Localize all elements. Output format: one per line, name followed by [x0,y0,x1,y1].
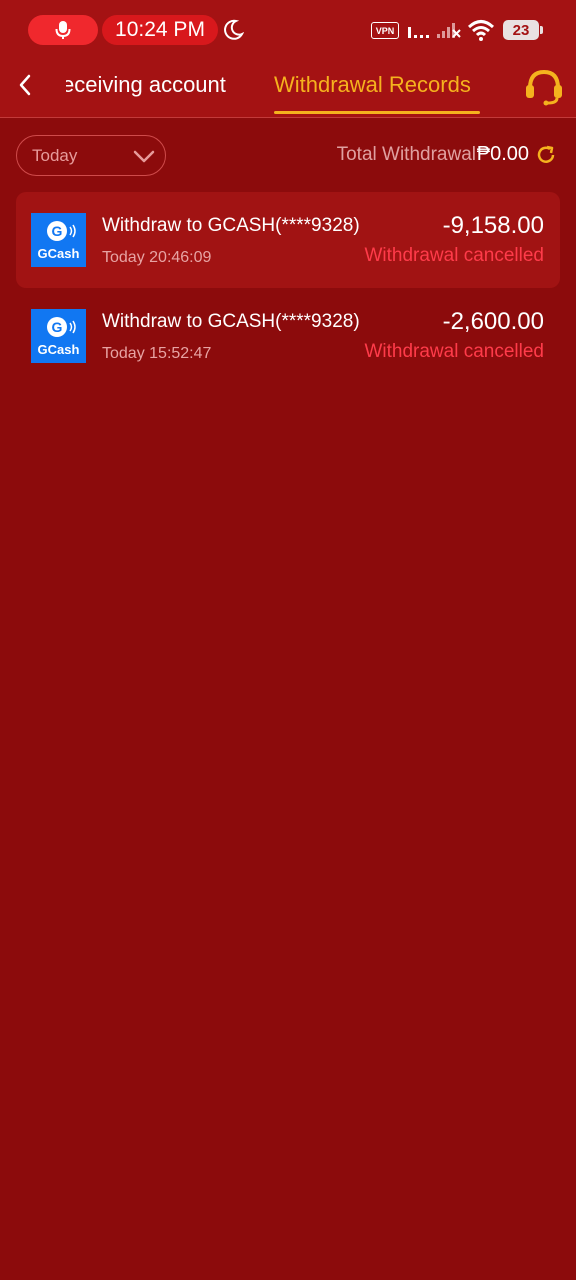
chevron-down-icon [133,150,155,163]
mic-icon [55,21,71,39]
gcash-logo: G GCash [31,213,86,267]
record-status: Withdrawal cancelled [364,245,544,266]
date-filter-value: Today [32,145,78,165]
back-button[interactable] [10,70,40,100]
gcash-logo-text: GCash [37,246,80,261]
gcash-logo: G GCash [31,309,86,363]
withdrawal-records-list: G GCash Withdraw to GCASH(****9328) Toda… [16,192,560,384]
signal-waves-icon [69,224,76,238]
withdrawal-record[interactable]: G GCash Withdraw to GCASH(****9328) Toda… [16,192,560,288]
tab-withdrawal-records[interactable]: Withdrawal Records [274,72,471,98]
status-time: 10:24 PM [102,15,218,45]
total-withdrawal-label: Total Withdrawal [336,144,476,165]
date-filter-select[interactable]: Today [16,135,166,176]
record-status: Withdrawal cancelled [364,341,544,362]
signal-icon [408,27,429,38]
tab-strip: eceiving account Withdrawal Records [66,60,510,118]
gcash-logo-text: GCash [37,342,80,357]
record-time: Today 20:46:09 [102,249,212,266]
record-title: Withdraw to GCASH(****9328) [102,215,360,236]
chevron-left-icon [19,74,31,96]
tab-receiving-account[interactable]: eceiving account [66,72,226,98]
active-tab-indicator [274,111,480,114]
withdrawal-record[interactable]: G GCash Withdraw to GCASH(****9328) Toda… [16,288,560,384]
mic-indicator [28,15,98,45]
total-withdrawal-amount: ₱0.00 [476,143,529,165]
filter-row: Today Total Withdrawal ₱0.00 [0,118,576,192]
record-amount: -9,158.00 [442,212,544,239]
gcash-g-icon: G [47,221,67,241]
top-navigation: eceiving account Withdrawal Records [0,60,576,118]
wifi-icon [467,20,495,41]
moon-icon [224,19,244,40]
signal-off-icon [437,23,461,38]
refresh-icon[interactable] [535,144,557,166]
record-time: Today 15:52:47 [102,345,212,362]
headset-icon[interactable] [523,68,565,106]
battery-icon: 23 [503,20,543,40]
vpn-badge: VPN [371,22,399,39]
record-title: Withdraw to GCASH(****9328) [102,311,360,332]
record-amount: -2,600.00 [442,308,544,335]
status-bar: 10:24 PM VPN 23 [0,0,576,60]
signal-waves-icon [69,320,76,334]
gcash-g-icon: G [47,317,67,337]
